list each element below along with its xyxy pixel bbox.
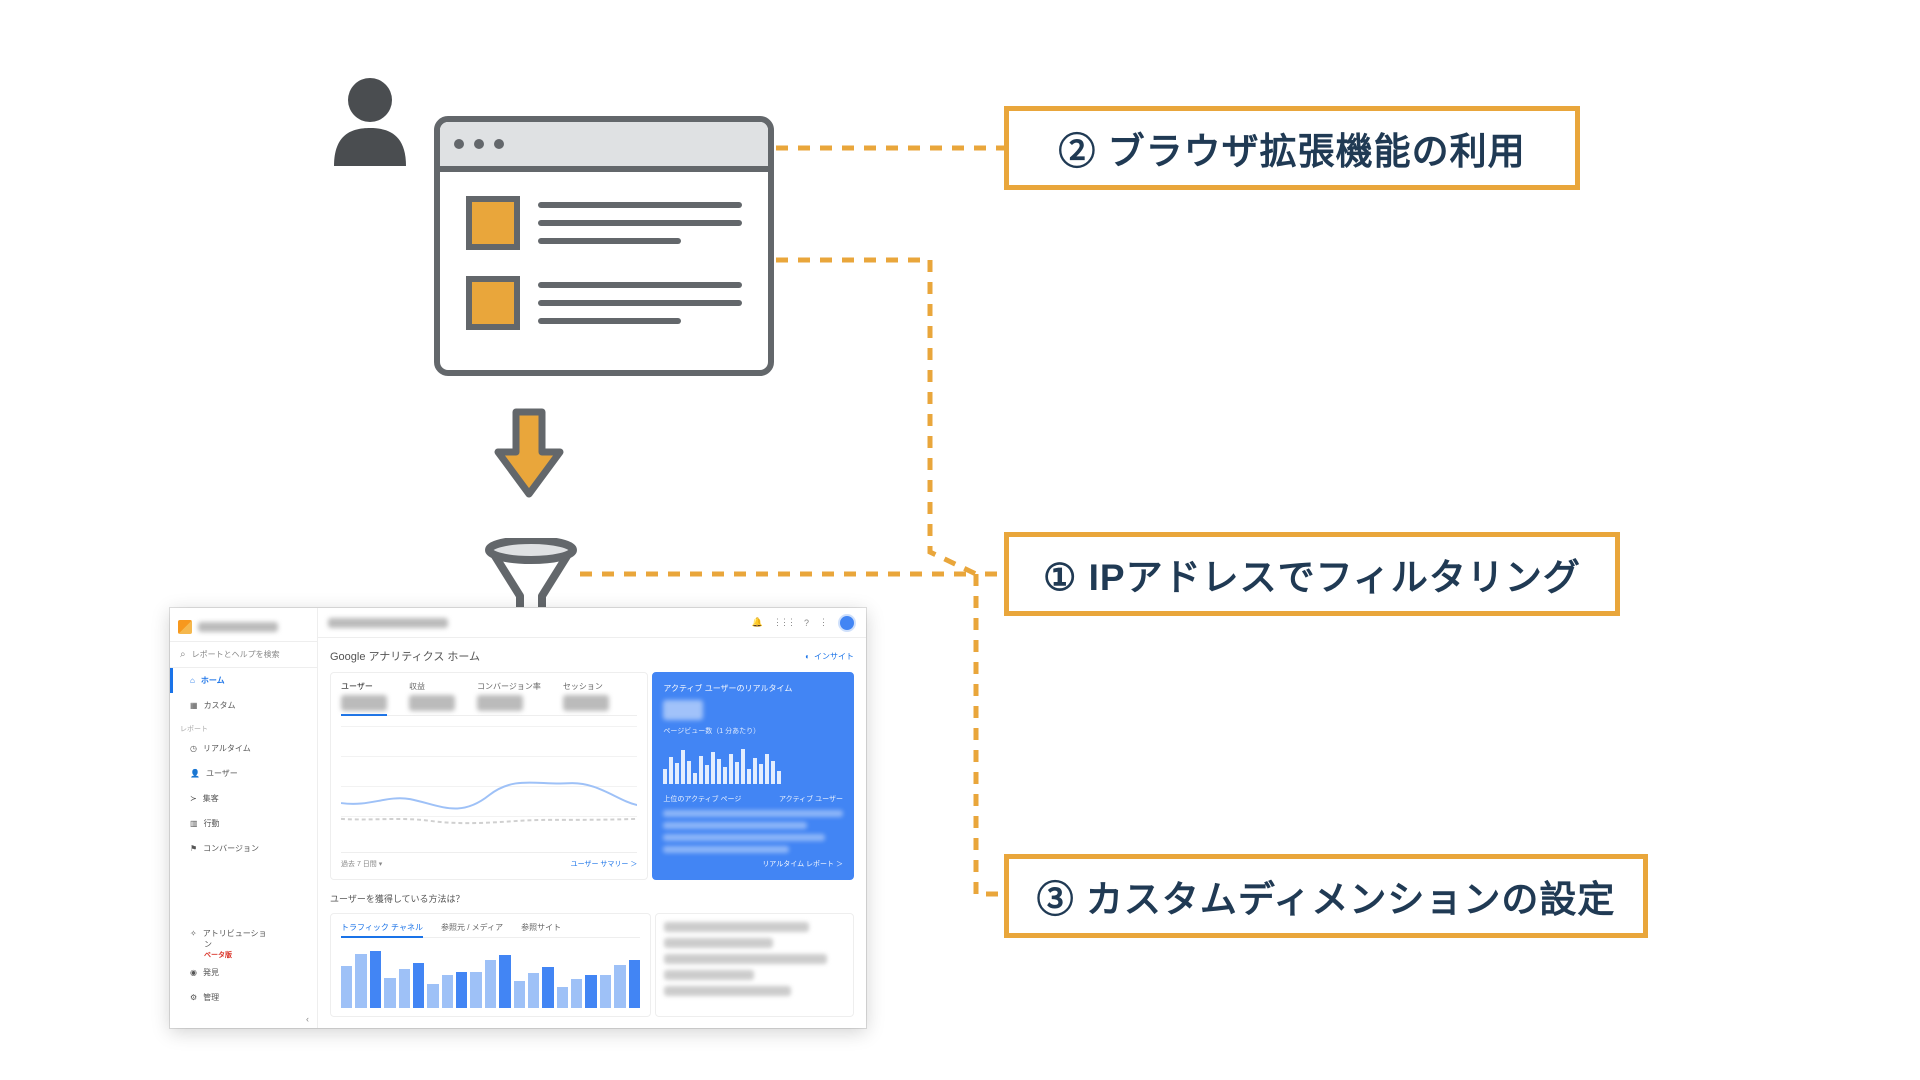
acq-tab-channel[interactable]: トラフィック チャネル [341, 922, 423, 938]
metric-tab-sessions[interactable]: セッション [563, 681, 609, 711]
realtime-subtitle: ページビュー数（1 分あたり） [663, 726, 843, 736]
text-line-icon [538, 282, 742, 288]
ga-nav-discover[interactable]: ◉発見 [170, 960, 317, 985]
text-line-icon [538, 220, 742, 226]
callout-ip-filter: ① IPアドレスでフィルタリング [1004, 532, 1620, 616]
arrow-down-icon [494, 408, 564, 503]
attribution-icon: ✧ [190, 929, 197, 938]
ga-screenshot: ⌕ レポートとヘルプを検索 ⌂ホーム ▦カスタム レポート ◷リアルタイム 👤ユ… [170, 608, 866, 1028]
metric-tab-users[interactable]: ユーザー [341, 681, 387, 716]
gear-icon: ⚙ [190, 993, 197, 1002]
more-icon[interactable]: ⋮ [819, 617, 828, 628]
help-icon[interactable]: ? [804, 618, 809, 628]
ga-search-placeholder: レポートとヘルプを検索 [192, 649, 280, 660]
ga-nav-admin[interactable]: ⚙管理 [170, 985, 317, 1010]
ga-search[interactable]: ⌕ レポートとヘルプを検索 [170, 642, 317, 668]
ga-nav-conversion[interactable]: ⚑コンバージョン [170, 836, 317, 861]
home-icon: ⌂ [190, 676, 195, 685]
browser-titlebar [440, 122, 768, 172]
window-dot-icon [474, 139, 484, 149]
ga-sidebar: ⌕ レポートとヘルプを検索 ⌂ホーム ▦カスタム レポート ◷リアルタイム 👤ユ… [170, 608, 318, 1028]
apps-icon[interactable]: ⋮⋮⋮ [773, 617, 794, 628]
browser-content-row [466, 276, 742, 330]
realtime-report-link[interactable]: リアルタイム レポート ＞ [663, 859, 843, 869]
ga-insights-link[interactable]: ◐ インサイト [805, 651, 854, 662]
ga-acq-panel: トラフィック チャネル 参照元 / メディア 参照サイト [330, 913, 651, 1017]
ga-nav-realtime[interactable]: ◷リアルタイム [170, 736, 317, 761]
user-summary-link[interactable]: ユーザー サマリー ＞ [571, 859, 638, 869]
ga-nav-home[interactable]: ⌂ホーム [170, 668, 317, 693]
grid-icon: ▦ [190, 701, 198, 710]
beta-badge: ベータ版 [190, 950, 232, 960]
text-line-icon [538, 202, 742, 208]
clock-icon: ◷ [190, 744, 197, 753]
content-thumbnail-icon [466, 276, 520, 330]
acq-tab-referral[interactable]: 参照サイト [521, 922, 561, 933]
user-icon [328, 76, 412, 166]
ga-nav-behavior[interactable]: ▥行動 [170, 811, 317, 836]
acq-title: ユーザーを獲得している方法は？ [330, 888, 854, 905]
ga-topbar: 🔔 ⋮⋮⋮ ? ⋮ [318, 608, 866, 638]
flag-icon: ⚑ [190, 844, 197, 853]
date-range-picker[interactable]: 過去 7 日間 ▾ [341, 859, 382, 869]
ga-metrics-panel: ユーザー 収益 コンバージョン率 セッション 過去 7 [330, 672, 648, 880]
browser-window-illustration [434, 116, 774, 376]
ga-nav-acquisition[interactable]: ≻集客 [170, 786, 317, 811]
acquisition-icon: ≻ [190, 794, 197, 803]
ga-nav-section: レポート [170, 718, 317, 736]
acq-tab-source-medium[interactable]: 参照元 / メディア [441, 922, 503, 933]
insights-icon: ◐ [805, 652, 810, 661]
chevron-left-icon[interactable]: ‹ [170, 1010, 317, 1028]
ga-nav-attribution[interactable]: ✧アトリビューショ ン ベータ版 [170, 924, 317, 960]
avatar[interactable] [838, 614, 856, 632]
content-thumbnail-icon [466, 196, 520, 250]
realtime-bar-chart [663, 746, 843, 784]
ga-logo-icon [178, 620, 192, 634]
callout-label: ② ブラウザ拡張機能の利用 [1058, 121, 1525, 175]
user-icon: 👤 [190, 769, 200, 778]
window-dot-icon [454, 139, 464, 149]
ga-line-chart [341, 726, 637, 846]
discover-icon: ◉ [190, 968, 197, 977]
text-line-icon [538, 318, 681, 324]
text-line-icon [538, 300, 742, 306]
behavior-icon: ▥ [190, 819, 198, 828]
callout-label: ③ カスタムディメンションの設定 [1037, 869, 1616, 923]
ga-realtime-panel: アクティブ ユーザーのリアルタイム ページビュー数（1 分あたり） 上位のアクテ… [652, 672, 854, 880]
acq-bar-chart [341, 948, 640, 1008]
callout-label: ① IPアドレスでフィルタリング [1043, 547, 1581, 601]
search-icon: ⌕ [180, 649, 186, 660]
text-line-icon [538, 238, 681, 244]
metric-tab-cvr[interactable]: コンバージョン率 [477, 681, 541, 711]
ga-nav-custom[interactable]: ▦カスタム [170, 693, 317, 718]
callout-browser-extension: ② ブラウザ拡張機能の利用 [1004, 106, 1580, 190]
realtime-title: アクティブ ユーザーのリアルタイム [663, 683, 843, 694]
ga-nav-user[interactable]: 👤ユーザー [170, 761, 317, 786]
ga-home-title: Google アナリティクス ホーム [330, 648, 480, 664]
realtime-count [663, 700, 703, 720]
bell-icon[interactable]: 🔔 [752, 617, 763, 628]
callout-custom-dimension: ③ カスタムディメンションの設定 [1004, 854, 1648, 938]
metric-tab-revenue[interactable]: 収益 [409, 681, 455, 711]
browser-content-row [466, 196, 742, 250]
ga-acq-right-panel [655, 913, 854, 1017]
window-dot-icon [494, 139, 504, 149]
